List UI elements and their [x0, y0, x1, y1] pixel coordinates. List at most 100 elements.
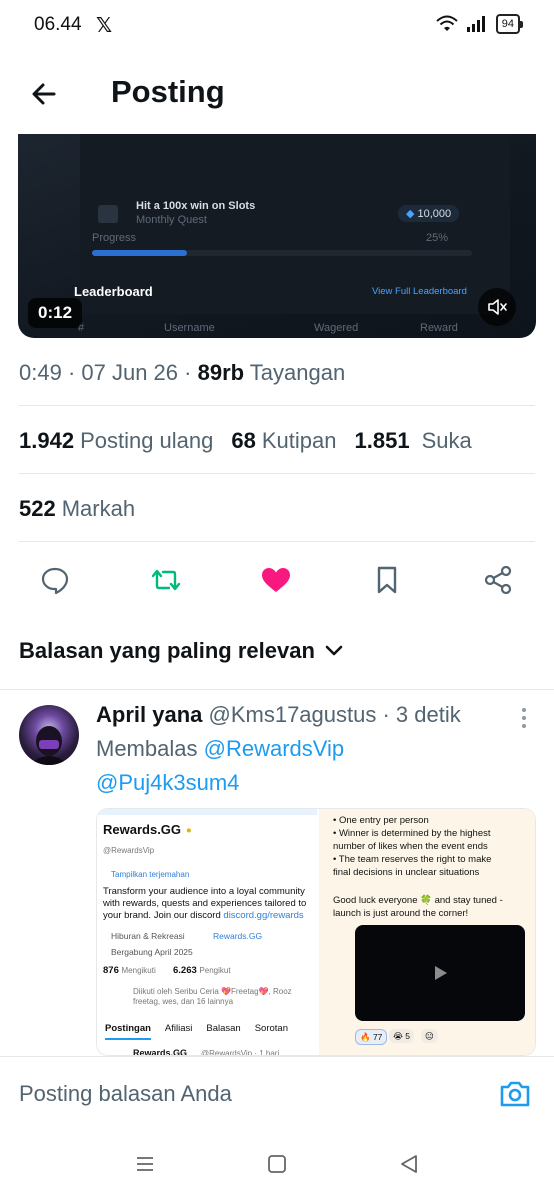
leaderboard-heading: Leaderboard	[74, 284, 153, 299]
heart-icon	[262, 568, 290, 592]
like-button[interactable]	[258, 562, 294, 598]
comment-icon	[41, 567, 69, 595]
mention-link[interactable]: @RewardsVip	[204, 736, 345, 761]
closing-line: launch is just around the corner!	[333, 908, 469, 919]
followers-count: 6.263 Pengikut	[173, 965, 231, 977]
rule-line: • Winner is determined by the highest	[333, 828, 491, 839]
post-time: 0:49	[19, 360, 62, 385]
profile-website: Rewards.GG	[213, 931, 263, 941]
x-logo-icon: 𝕏	[96, 15, 113, 37]
progress-percent: 25%	[426, 232, 449, 244]
following-count-label: Mengikuti	[121, 966, 156, 975]
divider	[19, 473, 535, 474]
bio-line-3: your brand. Join our discord discord.gg/…	[103, 910, 304, 922]
view-full-leaderboard: View Full Leaderboard	[372, 286, 467, 297]
arrow-left-icon[interactable]	[26, 76, 62, 112]
quotes-count: 68	[231, 428, 256, 453]
bio-line-3-text: your brand. Join our discord	[103, 910, 221, 921]
likes-count: 1.851	[354, 428, 410, 453]
profile-tab: Sorotan	[254, 1023, 288, 1034]
bio-line-1: Transform your audience into a loyal com…	[103, 886, 305, 897]
more-options-icon[interactable]	[520, 706, 528, 730]
volume-mute-icon	[488, 299, 507, 315]
reaction-chip: 😐	[421, 1029, 438, 1043]
col-wagered: Wagered	[314, 322, 359, 334]
home-square-icon[interactable]	[265, 1152, 289, 1176]
rule-line: • One entry per person	[333, 815, 429, 826]
share-icon	[484, 565, 512, 595]
status-bar: 06.44 𝕏 94	[0, 0, 554, 50]
divider	[19, 405, 535, 406]
bookmarks-stat[interactable]: 522 Markah	[19, 496, 135, 522]
share-button[interactable]	[480, 562, 516, 598]
reposts-stat[interactable]: 1.942 Posting ulang	[19, 428, 213, 454]
closing-line: Good luck everyone 🍀 and stay tuned -	[333, 895, 503, 906]
progress-label: Progress	[92, 232, 137, 244]
reply-author-name[interactable]: April yana	[96, 702, 202, 727]
reposts-label: Posting ulang	[80, 428, 214, 453]
repost-icon	[151, 569, 181, 591]
rule-line: • The team reserves the right to make	[333, 854, 492, 865]
video-player[interactable]: Hit a 100x win on Slots Monthly Quest ◆ …	[18, 134, 536, 338]
status-icons: 94	[436, 14, 524, 34]
bottom-post-handle: @RewardsVip · 1 hari	[201, 1049, 280, 1056]
avatar[interactable]	[19, 705, 79, 765]
quest-reward-value: 10,000	[417, 208, 452, 220]
bottom-post-name: Rewards.GG	[133, 1048, 188, 1056]
views-count: 89rb	[197, 360, 245, 385]
quest-title: Hit a 100x win on Slots	[136, 200, 256, 212]
mute-button[interactable]	[478, 288, 516, 326]
video-duration: 0:12	[28, 298, 83, 328]
bookmark-icon	[377, 566, 397, 594]
chevron-down-icon	[325, 645, 343, 656]
profile-tab: Balasan	[206, 1023, 241, 1034]
replying-to: Membalas @RewardsVip	[96, 736, 344, 762]
status-time: 06.44	[34, 14, 82, 35]
profile-handle: @RewardsVip	[103, 846, 155, 855]
top-bar: Posting	[0, 60, 554, 132]
quest-reward: ◆ 10,000	[398, 205, 460, 222]
reply-composer: Posting balasan Anda	[0, 1056, 554, 1136]
repost-button[interactable]	[148, 562, 184, 598]
reply-media-image[interactable]: Rewards.GG ● @RewardsVip Tampilkan terje…	[96, 808, 536, 1056]
profile-name: Rewards.GG	[103, 822, 182, 837]
profile-tab: Postingan	[105, 1023, 151, 1040]
rule-line: final decisions in unclear situations	[333, 867, 480, 878]
embedded-video	[355, 925, 525, 1021]
bookmark-button[interactable]	[369, 562, 405, 598]
mention-link[interactable]: @Puj4k3sum4	[96, 770, 239, 795]
stake-logo	[98, 205, 118, 223]
followed-by: Diikuti oleh Seribu Ceria 💖Freetag💖, Roo…	[133, 987, 292, 1006]
reaction-chip: 😭 5	[389, 1029, 415, 1043]
reply-button[interactable]	[37, 562, 73, 598]
col-username: Username	[164, 322, 215, 334]
profile-tabs: Postingan Afiliasi Balasan Sorotan	[105, 1023, 288, 1040]
following-count: 876 Mengikuti	[103, 965, 156, 977]
rule-line: number of likes when the event ends	[333, 841, 488, 852]
signal-icon	[466, 16, 485, 32]
camera-icon[interactable]	[498, 1077, 532, 1111]
progress-fill	[92, 250, 187, 256]
system-nav-bar	[0, 1140, 554, 1200]
replies-sort-toggle[interactable]: Balasan yang paling relevan	[19, 638, 343, 664]
quotes-stat[interactable]: 68 Kutipan	[231, 428, 336, 454]
media-left-panel: Rewards.GG ● @RewardsVip Tampilkan terje…	[97, 809, 317, 1056]
back-triangle-icon[interactable]	[397, 1152, 421, 1176]
reply-author-handle[interactable]: @Kms17agustus	[209, 702, 377, 727]
post-date: 07 Jun 26	[81, 360, 179, 385]
avatar-image	[29, 726, 69, 765]
media-right-panel: • One entry per person • Winner is deter…	[319, 809, 535, 1055]
battery-indicator: 94	[495, 14, 524, 34]
menu-icon[interactable]	[133, 1152, 157, 1176]
replies-sort-label: Balasan yang paling relevan	[19, 638, 315, 663]
reply-input[interactable]: Posting balasan Anda	[19, 1081, 232, 1107]
replying-prefix: Membalas	[96, 736, 198, 761]
profile-tab: Afiliasi	[164, 1023, 193, 1034]
verified-badge-icon: ●	[186, 825, 192, 836]
divider	[19, 541, 535, 542]
likes-stat[interactable]: 1.851 Suka	[355, 428, 472, 454]
followers-count-value: 6.263	[173, 965, 197, 976]
translate-link: Tampilkan terjemahan	[111, 870, 190, 879]
post-meta: 0:49 · 07 Jun 26 · 89rb Tayangan	[19, 360, 346, 385]
bio-line-2: with rewards, quests and experiences tai…	[103, 898, 307, 909]
